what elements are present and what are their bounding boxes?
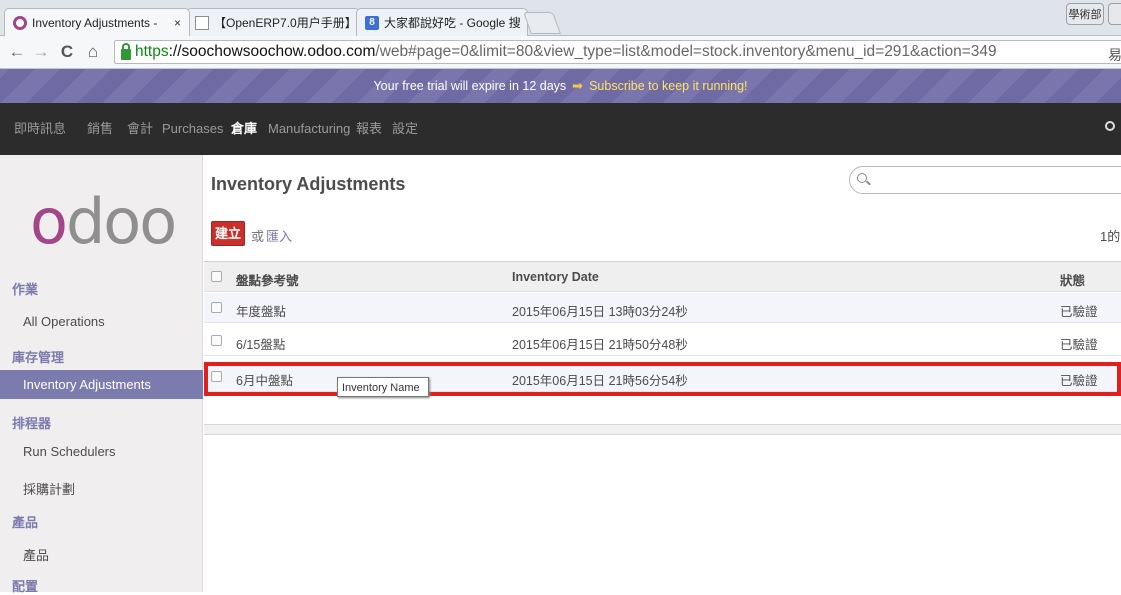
cell-status: 已驗證: [1060, 338, 1098, 352]
menu-item-accounting[interactable]: 會計: [127, 103, 153, 155]
sidebar-item-products[interactable]: 產品: [23, 545, 49, 564]
url-path: /web#page=0&limit=80&view_type=list&mode…: [375, 43, 997, 60]
menu-item-messaging[interactable]: 即時訊息: [14, 103, 66, 155]
minimize-button[interactable]: [1108, 3, 1121, 25]
sidebar-section-operations: 作業: [12, 282, 39, 297]
odoo-logo[interactable]: odoo: [30, 185, 177, 258]
forward-arrow-icon[interactable]: →: [30, 41, 52, 63]
browser-tab-google[interactable]: 8 大家都說好吃 - Google 搜 ×: [356, 8, 528, 36]
tab-label: 【OpenERP7.0用户手册】: [214, 16, 357, 30]
list-footer: [204, 424, 1121, 435]
menu-item-settings[interactable]: 設定: [392, 103, 418, 155]
user-profile-button[interactable]: 學術部: [1066, 3, 1104, 25]
import-link[interactable]: 匯入: [266, 226, 292, 245]
sidebar-section-inventory-control: 庫存管理: [12, 350, 65, 365]
tab-label: 大家都說好吃 - Google 搜: [384, 16, 521, 30]
browser-tab-odoo[interactable]: Inventory Adjustments - ×: [4, 8, 190, 36]
url-host: ://soochowsoochow.odoo.com: [168, 43, 376, 60]
menu-item-reporting[interactable]: 報表: [356, 103, 382, 155]
trial-text: Your free trial will expire in 12 days: [373, 79, 567, 93]
tab-label: Inventory Adjustments -: [32, 15, 158, 30]
row-checkbox[interactable]: [211, 335, 222, 346]
row-checkbox[interactable]: [211, 302, 222, 313]
cell-name: 6/15盤點: [236, 338, 286, 352]
sidebar-item-all-operations[interactable]: All Operations: [23, 314, 105, 329]
home-icon[interactable]: ⌂: [82, 41, 104, 63]
or-label: 或: [251, 229, 265, 244]
top-menu: 即時訊息 銷售 會計 Purchases 倉庫 Manufacturing 報表…: [0, 103, 1121, 155]
search-icon: [857, 173, 867, 183]
sidebar-section-schedulers: 排程器: [12, 416, 52, 431]
cell-status: 已驗證: [1060, 305, 1098, 319]
doc-icon: [195, 15, 209, 30]
sidebar-item-run-schedulers[interactable]: Run Schedulers: [23, 444, 116, 459]
search-icon[interactable]: [1105, 121, 1115, 131]
column-header-date[interactable]: Inventory Date: [512, 270, 599, 284]
table-row[interactable]: 6/15盤點 2015年06月15日 21時50分48秒 已驗證: [204, 326, 1121, 356]
url-scheme: https: [135, 43, 169, 60]
address-bar[interactable]: https://soochowsoochow.odoo.com/web#page…: [114, 40, 1121, 64]
trial-banner: Your free trial will expire in 12 days ➡…: [0, 69, 1121, 103]
browser-tab-strip: Inventory Adjustments - × 【OpenERP7.0用户手…: [0, 0, 1121, 36]
menu-item-purchases[interactable]: Purchases: [162, 103, 223, 155]
back-arrow-icon[interactable]: ←: [6, 41, 28, 63]
browser-tab-openerp[interactable]: 【OpenERP7.0用户手册】 ×: [186, 8, 360, 36]
sidebar-section-products: 產品: [12, 515, 39, 530]
new-tab-button[interactable]: [522, 12, 562, 34]
create-button[interactable]: 建立: [211, 221, 245, 246]
tooltip: Inventory Name: [337, 377, 429, 397]
menu-item-warehouse[interactable]: 倉庫: [231, 103, 257, 155]
arrow-right-icon: ➡: [572, 78, 584, 93]
browser-toolbar: ← → C ⌂ https://soochowsoochow.odoo.com /…: [0, 36, 1121, 69]
reload-icon[interactable]: C: [56, 41, 78, 63]
sidebar-section-configuration: 配置: [12, 579, 39, 594]
table-header: 盤點參考號 Inventory Date 狀態: [204, 262, 1121, 292]
cell-name: 年度盤點: [236, 305, 287, 319]
sidebar-item-procurement-plan[interactable]: 採購計劃: [23, 479, 75, 498]
lock-icon: [121, 42, 131, 60]
pager[interactable]: 1的: [1100, 226, 1120, 245]
menu-item-manufacturing[interactable]: Manufacturing: [268, 103, 350, 155]
google-icon: 8: [365, 15, 379, 30]
select-all-checkbox[interactable]: [211, 271, 222, 282]
menu-item-sales[interactable]: 銷售: [87, 103, 113, 155]
cell-date: 2015年06月15日 21時50分48秒: [512, 338, 688, 352]
search-input[interactable]: [849, 166, 1121, 194]
page-title: Inventory Adjustments: [211, 174, 406, 194]
sidebar: odoo 作業 All Operations 庫存管理 Inventory Ad…: [0, 155, 203, 594]
odoo-icon: [13, 15, 27, 30]
column-header-status[interactable]: 狀態: [1060, 270, 1085, 289]
extension-icon[interactable]: 易: [1108, 45, 1121, 65]
subscribe-link[interactable]: Subscribe to keep it running!: [589, 79, 747, 93]
cell-date: 2015年06月15日 13時03分24秒: [512, 305, 688, 319]
table-row[interactable]: 年度盤點 2015年06月15日 13時03分24秒 已驗證: [204, 293, 1121, 323]
close-tab-icon[interactable]: ×: [168, 16, 181, 30]
sidebar-item-inventory-adjustments[interactable]: Inventory Adjustments: [0, 370, 203, 399]
column-header-reference[interactable]: 盤點參考號: [236, 270, 299, 289]
